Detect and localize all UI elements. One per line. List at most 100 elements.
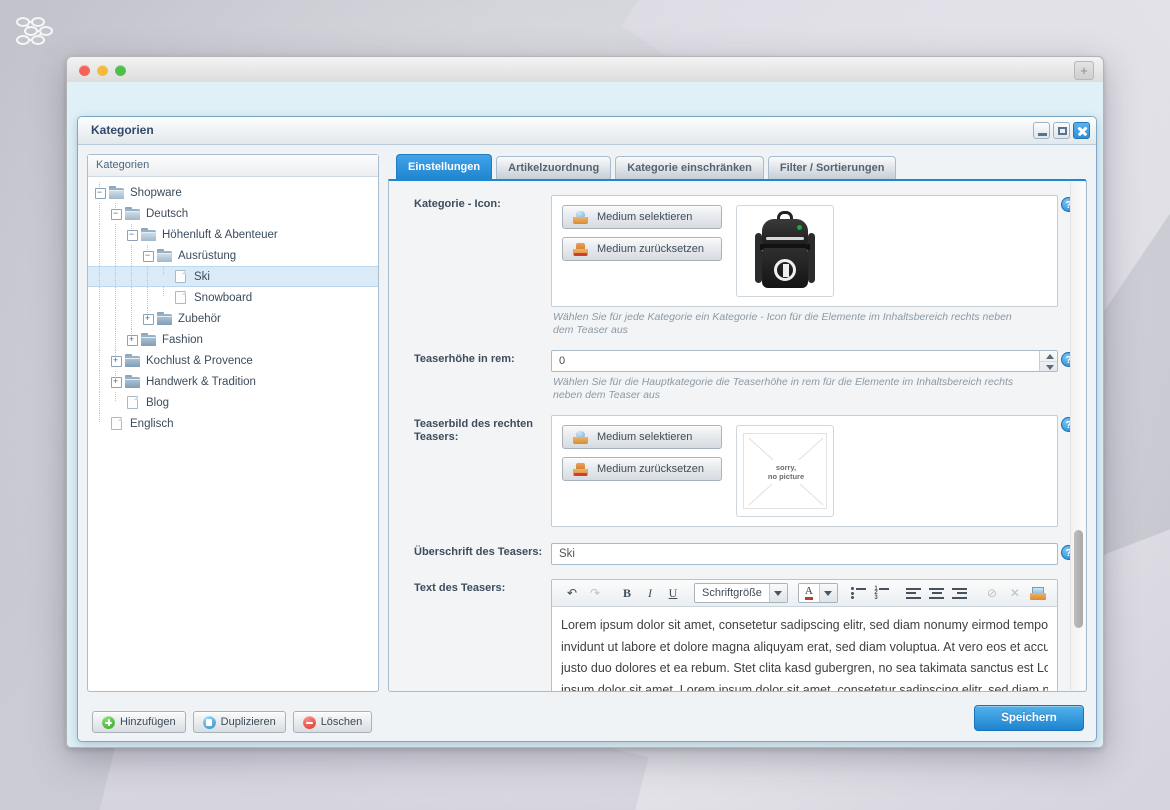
tree-node-englisch[interactable]: Englisch	[88, 413, 378, 434]
help-icon-teaser-headline[interactable]: ?	[1061, 545, 1070, 560]
form-scrollbar[interactable]	[1070, 182, 1085, 690]
tree-node-deutsch[interactable]: − Deutsch	[88, 203, 378, 224]
numbered-list-button[interactable]: 123	[871, 583, 893, 604]
editor-toolbar[interactable]: ↶ ↷ B I U Schriftgröße A 1 2 3 ⊘ ✕	[552, 580, 1057, 607]
tree-node-zubeh-r[interactable]: + Zubehör	[88, 308, 378, 329]
tree-node-fashion[interactable]: + Fashion	[88, 329, 378, 350]
select-medium-button-teaser-image[interactable]: Medium selektieren	[562, 425, 722, 449]
font-size-select[interactable]: Schriftgröße	[694, 583, 788, 603]
tree-toggle-plus-icon[interactable]: +	[108, 371, 124, 392]
unlink-icon: ✕	[1009, 586, 1020, 600]
teaser-height-spinner[interactable]	[1039, 351, 1057, 371]
tab-strip[interactable]: Einstellungen Artikelzuordnung Kategorie e…	[388, 154, 1087, 179]
tree-toggle-minus-icon[interactable]: −	[92, 182, 108, 203]
tree-node-ausr-stung[interactable]: − Ausrüstung	[88, 245, 378, 266]
tree-indent-guide	[92, 308, 108, 329]
field-teaser-image: ? Medium selektieren	[551, 415, 1070, 539]
tree-toggle-plus-icon[interactable]: +	[108, 350, 124, 371]
tree-node-shopware[interactable]: − Shopware	[88, 182, 378, 203]
select-medium-button-category-icon[interactable]: Medium selektieren	[562, 205, 722, 229]
tree-indent-guide	[92, 329, 108, 350]
underline-button[interactable]: U	[662, 583, 684, 604]
help-icon-teaser-image[interactable]: ?	[1061, 417, 1070, 432]
hint-category-icon: Wählen Sie für jede Kategorie ein Katego…	[553, 311, 1012, 336]
maximize-button[interactable]	[1053, 122, 1070, 139]
label-teaser-image: Teaserbild des rechten Teasers:	[414, 418, 534, 443]
window-controls	[1033, 122, 1090, 139]
reset-medium-icon	[573, 242, 588, 256]
browser-viewport: Kategorien Kategorien − Shopware − Deutsch −…	[66, 82, 1104, 748]
copy-icon	[202, 715, 216, 729]
help-icon-teaser-height[interactable]: ?	[1061, 352, 1070, 367]
close-button[interactable]	[1073, 122, 1090, 139]
reset-medium-button-teaser-image[interactable]: Medium zurücksetzen	[562, 457, 722, 481]
insert-image-button[interactable]	[1027, 583, 1049, 604]
button-label: Duplizieren	[220, 716, 276, 728]
tree-toggle-minus-icon[interactable]: −	[124, 224, 140, 245]
toggle-sign: +	[112, 376, 119, 386]
new-tab-button[interactable]: +	[1074, 61, 1094, 80]
undo-icon[interactable]: ↶	[561, 583, 583, 604]
tree-toggle-minus-icon[interactable]: −	[140, 245, 156, 266]
tree-indent-guide	[124, 245, 140, 266]
tree-leaf-spacer	[156, 266, 172, 287]
hinzuf-gen-button[interactable]: Hinzufügen	[92, 711, 186, 733]
tree-toggle-minus-icon[interactable]: −	[108, 203, 124, 224]
form-scrollbar-thumb[interactable]	[1074, 530, 1083, 628]
minimize-button[interactable]	[1033, 122, 1050, 139]
field-category-icon: ? Medium selektieren	[551, 195, 1070, 346]
tab-einstellungen[interactable]: Einstellungen	[396, 154, 493, 179]
tree-node-handwerk-tradition[interactable]: + Handwerk & Tradition	[88, 371, 378, 392]
window-minimize-dot[interactable]	[97, 65, 108, 76]
l-schen-button[interactable]: Löschen	[292, 711, 373, 733]
tree-indent-guide	[140, 266, 156, 287]
align-left-button[interactable]	[903, 583, 925, 604]
tree-indent-guide	[108, 245, 124, 266]
tree-node-snowboard[interactable]: Snowboard	[88, 287, 378, 308]
duplizieren-button[interactable]: Duplizieren	[192, 711, 286, 733]
reset-medium-button-category-icon[interactable]: Medium zurücksetzen	[562, 237, 722, 261]
tree-node-kochlust-provence[interactable]: + Kochlust & Provence	[88, 350, 378, 371]
category-icon-preview[interactable]	[736, 205, 834, 297]
help-icon-category-icon[interactable]: ?	[1061, 197, 1070, 212]
no-picture-line1: sorry,	[775, 463, 797, 472]
button-label: Löschen	[320, 716, 363, 728]
tree-indent-guide	[92, 371, 108, 392]
no-picture-line2: no picture	[767, 472, 805, 481]
tab-filter-sortierungen[interactable]: Filter / Sortierungen	[767, 156, 897, 179]
toggle-sign: +	[144, 313, 151, 323]
chevron-down-icon[interactable]	[768, 584, 787, 602]
bold-button[interactable]: B	[616, 583, 638, 604]
tab-kategorie-einschr-nken[interactable]: Kategorie einschränken	[615, 156, 764, 179]
tree-indent-guide	[108, 308, 124, 329]
window-close-dot[interactable]	[79, 65, 90, 76]
tree-node-label: Shopware	[130, 186, 182, 199]
tree-toggle-plus-icon[interactable]: +	[140, 308, 156, 329]
bullet-list-icon	[851, 587, 867, 599]
editor-content-area[interactable]: Lorem ipsum dolor sit amet, consetetur s…	[552, 607, 1057, 691]
italic-button[interactable]: I	[639, 583, 661, 604]
button-label: Hinzufügen	[120, 716, 176, 728]
toggle-sign: −	[112, 208, 119, 218]
tree-node-h-henluft-abenteuer[interactable]: − Höhenluft & Abenteuer	[88, 224, 378, 245]
spinner-down[interactable]	[1040, 361, 1057, 371]
chevron-down-icon[interactable]	[818, 584, 837, 602]
align-center-button[interactable]	[926, 583, 948, 604]
teaser-height-input[interactable]: 0	[551, 350, 1058, 372]
tree-node-blog[interactable]: Blog	[88, 392, 378, 413]
window-zoom-dot[interactable]	[115, 65, 126, 76]
field-row-teaser-height: Teaserhöhe in rem: ? 0	[389, 350, 1070, 411]
font-color-select[interactable]: A	[797, 583, 838, 603]
bullet-list-button[interactable]	[848, 583, 870, 604]
tree-node-label: Blog	[146, 396, 170, 409]
teaser-headline-input[interactable]: Ski	[551, 543, 1058, 565]
save-button[interactable]: Speichern	[974, 705, 1084, 731]
tree-node-ski[interactable]: Ski	[88, 266, 378, 287]
teaser-image-preview[interactable]: sorry, no picture	[736, 425, 834, 517]
tree-toggle-plus-icon[interactable]: +	[124, 329, 140, 350]
align-right-button[interactable]	[949, 583, 971, 604]
tab-artikelzuordnung[interactable]: Artikelzuordnung	[496, 156, 612, 179]
tree-node-list[interactable]: − Shopware − Deutsch − Höhenluft & Abenteuer −…	[88, 177, 378, 691]
spinner-up[interactable]	[1040, 351, 1057, 361]
tree-node-label: Snowboard	[194, 291, 253, 304]
